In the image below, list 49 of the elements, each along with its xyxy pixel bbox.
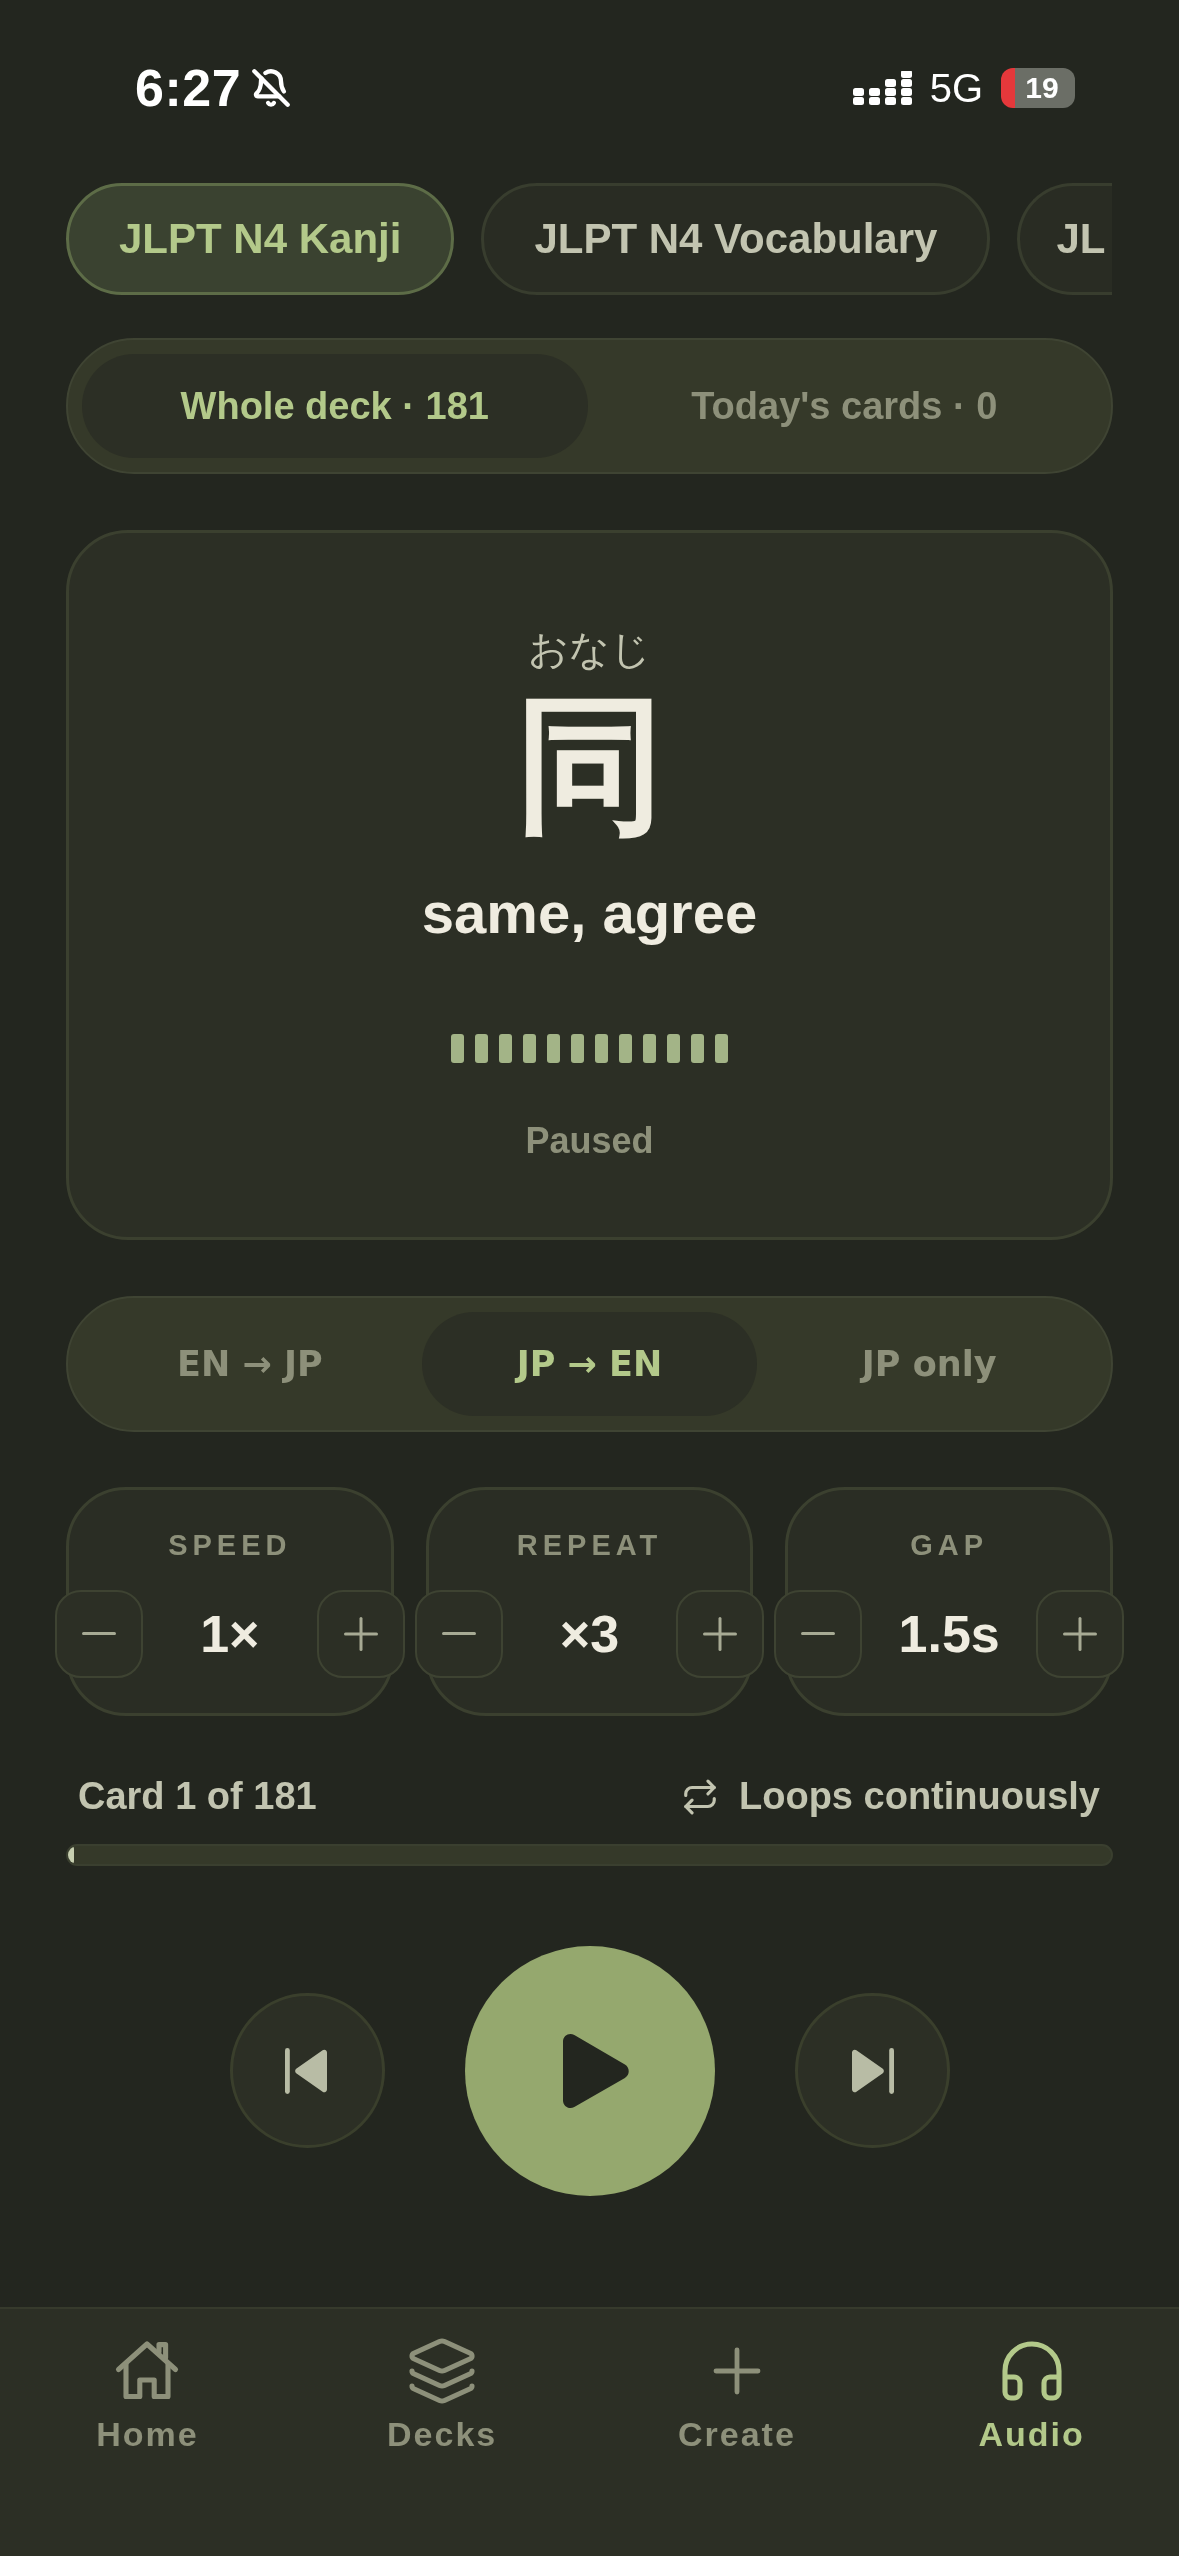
card-position: Card 1 of 181 [78,1774,317,1819]
decrease-button[interactable] [414,1589,503,1678]
decrease-button[interactable] [774,1589,863,1678]
kana-reading: おなじ [528,626,651,673]
tab-item[interactable]: Create [677,2335,796,2454]
setting-label: GAP [910,1528,989,1563]
silent-mode-icon [251,68,292,108]
loop-label: Loops continuously [739,1774,1100,1819]
network-type: 5G [929,65,983,111]
playback-status: Paused [525,1118,654,1162]
decrease-button[interactable] [55,1589,143,1678]
direction-option[interactable]: EN → JP [82,1312,418,1416]
increase-button[interactable] [676,1589,765,1678]
increase-button[interactable] [316,1589,405,1678]
kanji-character: 同 [514,683,665,848]
tab-label: Home [96,2415,199,2454]
tab-item[interactable]: Home [96,2335,199,2454]
tab-item[interactable]: Decks [387,2335,498,2454]
scope-option[interactable]: Whole deck · 181 [82,354,588,458]
increase-button[interactable] [1036,1589,1124,1678]
plus-icon [343,1616,378,1651]
play-icon [562,2032,629,2109]
tab-label: Audio [978,2415,1085,2454]
scope-option[interactable]: Today's cards · 0 [591,354,1097,458]
tab-item[interactable]: Audio [978,2335,1085,2454]
skip-back-icon [285,2047,329,2094]
direction-option[interactable]: JP → EN [421,1312,758,1416]
signal-icon [852,70,912,106]
direction-option[interactable]: JP only [761,1312,1097,1416]
tab-label: Create [677,2415,796,2454]
meaning-text: same, agree [421,879,758,947]
plus-icon [1063,1616,1097,1651]
setting-label: REPEAT [516,1528,663,1563]
minus-icon [82,1632,116,1636]
skip-forward-icon [850,2047,894,2094]
tab-label: Decks [387,2415,498,2454]
setting-value: 1.5s [898,1603,1000,1664]
minus-icon [441,1632,476,1636]
plus-icon [703,1616,738,1651]
setting-value: 1× [200,1603,260,1664]
setting-label: SPEED [168,1528,292,1563]
deck-chip[interactable]: JLPT N4 Vocabulary [481,183,991,295]
repeat-icon [681,1777,719,1816]
battery-indicator: 19 [1001,68,1075,108]
minus-icon [801,1632,836,1636]
deck-chip[interactable]: JL [1017,183,1112,295]
setting-value: ×3 [559,1603,620,1664]
deck-chip[interactable]: JLPT N4 Kanji [66,183,455,295]
status-time: 6:27 [135,58,242,118]
